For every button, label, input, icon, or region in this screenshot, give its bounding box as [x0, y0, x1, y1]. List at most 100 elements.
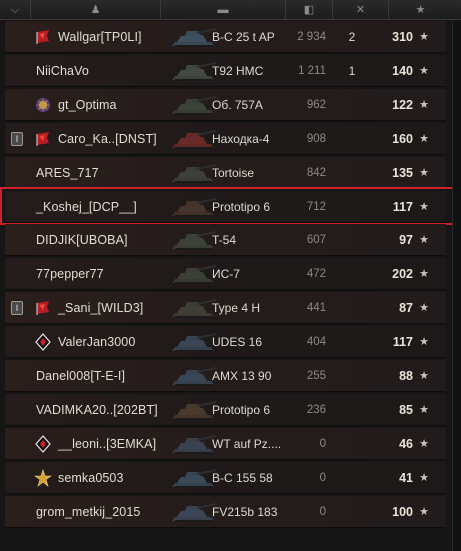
- xp-value: 140: [392, 63, 413, 78]
- vehicle-name: Находка-4: [212, 131, 270, 146]
- xp-star-icon: ★: [419, 31, 429, 43]
- player-name: ValerJan3000: [58, 335, 136, 350]
- player-row[interactable]: VADIMKA20..[202BT] Prototipo 6 236 85 ★: [5, 393, 446, 426]
- xp-star-icon: ★: [419, 370, 429, 382]
- player-row[interactable]: NiiChaVo T92 HMC 1 211 1 140 ★: [5, 54, 446, 87]
- tank-icon: [171, 22, 217, 52]
- tank-icon: [171, 56, 217, 86]
- xp-star-icon: ★: [419, 471, 429, 484]
- xp-value: 88: [399, 369, 413, 383]
- scrollbar[interactable]: [452, 21, 461, 551]
- xp-star-icon: ★: [419, 505, 429, 518]
- kills-value: 2: [348, 30, 356, 44]
- player-name: VADIMKA20..[202BT]: [36, 402, 158, 417]
- xp-star-icon: ★: [419, 64, 429, 77]
- player-name: 77pepper77: [36, 267, 104, 282]
- player-name: Wallgar[TP0LI]: [58, 30, 142, 44]
- player-name: Danel008[T-E-I]: [36, 369, 126, 383]
- xp-value: 46: [399, 436, 413, 451]
- vehicle-name: Tortoise: [212, 165, 255, 180]
- xp-value: 41: [399, 470, 413, 485]
- vehicle-name: Prototipo 6: [212, 402, 271, 417]
- vehicle-name: Об. 757А: [212, 97, 263, 112]
- red-flag-icon: [34, 130, 52, 148]
- xp-star-icon: ★: [419, 166, 429, 179]
- player-name: gt_Optima: [58, 97, 117, 112]
- player-row[interactable]: DIDJIK[UBOBA] T-54 607 97 ★: [5, 224, 446, 257]
- damage-value: 2 934: [297, 31, 326, 43]
- player-row[interactable]: ARES_717 Tortoise 842 135 ★: [5, 156, 446, 189]
- tank-icon: [171, 361, 217, 391]
- xp-star-icon: ★: [419, 234, 429, 247]
- damage-value: 0: [319, 505, 326, 518]
- frags-icon: ✕: [355, 3, 366, 16]
- header-squad-column[interactable]: ⌵: [0, 0, 30, 20]
- player-row[interactable]: I _Sani_[WILD3] Type 4 H 441 87 ★: [5, 292, 446, 325]
- player-row[interactable]: I Caro_Ka..[DNST] Находка-4 908 160 ★: [5, 122, 446, 155]
- xp-star-icon: ★: [419, 268, 429, 281]
- xp-value: 117: [392, 199, 413, 214]
- xp-value: 310: [392, 30, 413, 44]
- player-name: ARES_717: [36, 165, 99, 180]
- xp-value: 85: [399, 402, 413, 417]
- tank-icon: [171, 463, 217, 493]
- vehicle-name: WT auf Pz....: [212, 436, 282, 451]
- damage-value: 842: [306, 166, 326, 179]
- xp-star-icon: ★: [419, 403, 429, 416]
- xp-value: 135: [392, 165, 413, 180]
- header-xp-column[interactable]: ★: [388, 0, 452, 20]
- kills-value: 1: [348, 63, 356, 78]
- player-row[interactable]: _Koshej_[DCP__] Prototipo 6 712 117 ★: [0, 186, 455, 225]
- diamond-icon: [34, 434, 52, 453]
- tank-icon: [171, 192, 217, 222]
- damage-value: 441: [306, 302, 326, 315]
- player-row[interactable]: Wallgar[TP0LI] B-C 25 t AP 2 934 2 310 ★: [5, 21, 446, 53]
- header-damage-column[interactable]: ◧: [285, 0, 332, 20]
- header-player-column[interactable]: ♟: [30, 0, 160, 20]
- vehicle-name: AMX 13 90: [212, 369, 272, 383]
- tank-icon: [171, 124, 217, 154]
- table-header: ⌵ ♟ ▬ ◧ ✕ ★: [0, 0, 461, 20]
- tank-icon: [171, 225, 217, 255]
- vehicle-name: B-C 25 t AP: [212, 30, 275, 44]
- squad-icon: ⌵: [10, 3, 20, 16]
- damage-value: 404: [306, 336, 326, 349]
- player-row[interactable]: grom_metkij_2015 FV215b 183 0 100 ★: [5, 495, 446, 528]
- header-frags-column[interactable]: ✕: [332, 0, 388, 20]
- damage-value: 472: [306, 268, 326, 281]
- damage-icon: ◧: [303, 3, 315, 16]
- vehicle-name: Type 4 H: [212, 301, 261, 316]
- xp-star-icon: ★: [419, 98, 429, 111]
- player-row[interactable]: __leoni..[3EMKA] WT auf Pz.... 0 46 ★: [5, 427, 446, 460]
- vehicle-name: FV215b 183: [212, 504, 278, 519]
- player-name: _Koshej_[DCP__]: [36, 199, 137, 214]
- player-row[interactable]: semka0503 B-C 155 58 0 41 ★: [5, 461, 446, 494]
- xp-star-icon: ★: [419, 132, 429, 145]
- tank-icon: [171, 158, 217, 188]
- rank-icon: I: [11, 131, 23, 146]
- tank-icon: [171, 395, 217, 425]
- tank-icon: [171, 327, 217, 357]
- xp-value: 202: [392, 267, 413, 282]
- tank-icon: [171, 90, 217, 120]
- player-name: DIDJIK[UBOBA]: [36, 233, 128, 248]
- player-name: _Sani_[WILD3]: [58, 301, 144, 316]
- player-row[interactable]: 77pepper77 ИС-7 472 202 ★: [5, 258, 446, 291]
- damage-value: 0: [319, 437, 326, 450]
- header-vehicle-column[interactable]: ▬: [160, 0, 285, 20]
- damage-value: 236: [306, 403, 326, 416]
- player-row[interactable]: gt_Optima Об. 757А 962 122 ★: [5, 88, 446, 121]
- damage-value: 607: [306, 234, 326, 247]
- player-icon: ♟: [90, 3, 101, 16]
- player-row[interactable]: ValerJan3000 UDES 16 404 117 ★: [5, 326, 446, 359]
- player-row[interactable]: Danel008[T-E-I] AMX 13 90 255 88 ★: [5, 360, 446, 392]
- player-name: grom_metkij_2015: [36, 504, 141, 519]
- vehicle-name: T92 HMC: [212, 63, 264, 78]
- xp-value: 87: [399, 301, 413, 316]
- xp-star-icon: ★: [419, 302, 429, 315]
- xp-star-icon: ★: [415, 3, 426, 16]
- player-name: NiiChaVo: [36, 63, 89, 78]
- battle-results-panel: ⌵ ♟ ▬ ◧ ✕ ★ Wallgar[TP0LI] B-C 25 t AP 2…: [0, 0, 461, 551]
- damage-value: 0: [319, 471, 326, 484]
- xp-value: 117: [392, 335, 413, 350]
